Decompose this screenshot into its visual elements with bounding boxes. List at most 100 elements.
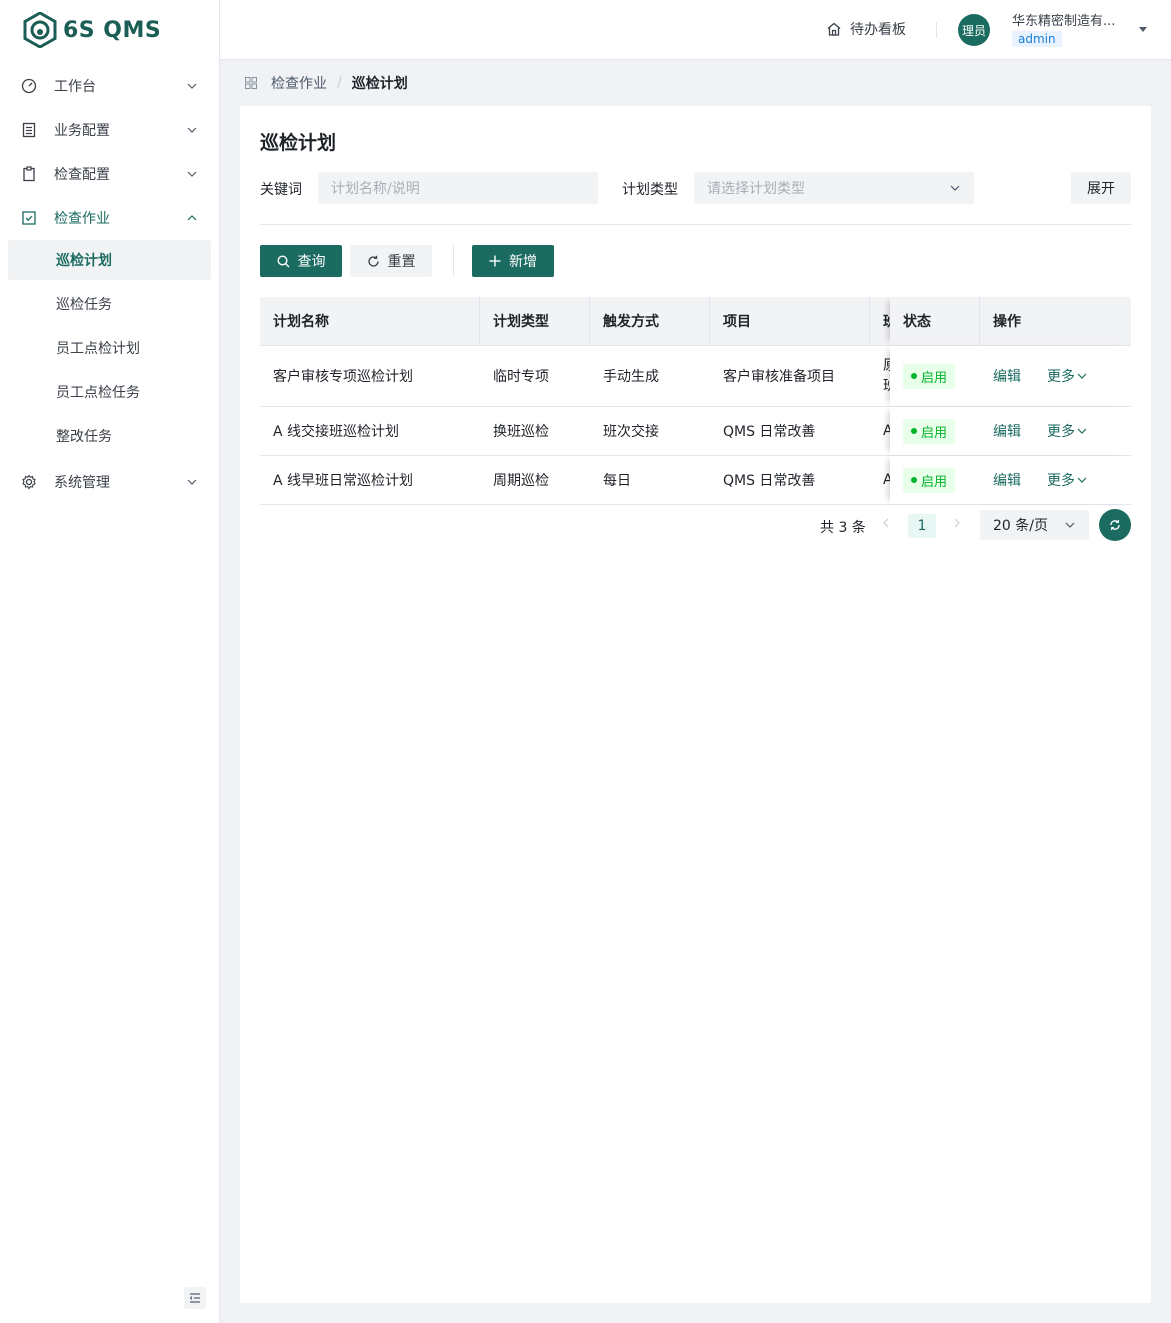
more-label: 更多 <box>1047 473 1075 489</box>
chevron-down-icon <box>1065 522 1075 528</box>
shift-cell: A <box>883 472 891 488</box>
logo-icon <box>23 12 57 48</box>
dashboard-icon <box>20 77 38 95</box>
company-name[interactable]: 华东精密制造有... <box>1012 10 1124 29</box>
role-badge: admin <box>1012 31 1062 47</box>
column-header[interactable]: 状态 <box>890 297 980 345</box>
breadcrumb-separator: / <box>337 75 342 91</box>
sidebar-item-inspection-config[interactable]: 检查配置 <box>0 152 219 196</box>
fixed-columns: 启用 编辑 更多 <box>890 346 1131 406</box>
page-size-select[interactable]: 20 条/页 <box>980 510 1089 540</box>
column-header[interactable]: 班 <box>870 297 891 345</box>
breadcrumb-parent[interactable]: 检查作业 <box>271 73 327 93</box>
logo-text: 6S QMS <box>63 17 162 43</box>
status-cell: 启用 <box>890 456 980 504</box>
page-title: 巡检计划 <box>260 132 337 154</box>
sidebar-item-inspection-work[interactable]: 检查作业 <box>0 196 219 240</box>
edit-link[interactable]: 编辑 <box>993 366 1021 386</box>
todo-board-link[interactable]: 待办看板 <box>826 19 906 39</box>
fixed-columns: 启用 编辑 更多 <box>890 456 1131 504</box>
table-row[interactable]: 客户审核专项巡检计划 临时专项 手动生成 客户审核准备项目 原 班 启用 编辑 … <box>260 346 1131 407</box>
edit-link[interactable]: 编辑 <box>993 421 1021 441</box>
logo[interactable]: 6S QMS <box>0 0 219 60</box>
chevron-down-icon <box>1077 477 1087 483</box>
avatar[interactable]: 理员 <box>958 14 990 46</box>
sidebar-subitem-patrol-task[interactable]: 巡检任务 <box>8 284 211 324</box>
keyword-label: 关键词 <box>260 182 302 198</box>
column-header[interactable]: 计划类型 <box>480 297 590 345</box>
sidebar-item-system[interactable]: 系统管理 <box>0 460 219 504</box>
chevron-down-icon <box>187 83 197 89</box>
keyword-input[interactable]: 计划名称/说明 <box>318 172 598 204</box>
sidebar-subitem-rectify-task[interactable]: 整改任务 <box>8 416 211 456</box>
sidebar-item-business-config[interactable]: 业务配置 <box>0 108 219 152</box>
checkbox-icon <box>20 209 38 227</box>
column-header[interactable]: 触发方式 <box>590 297 710 345</box>
table-row[interactable]: A 线早班日常巡检计划 周期巡检 每日 QMS 日常改善 A 启用 编辑 更多 <box>260 456 1131 505</box>
refresh-icon <box>367 255 379 267</box>
todo-board-label: 待办看板 <box>850 22 906 38</box>
fixed-columns: 启用 编辑 更多 <box>890 407 1131 455</box>
trigger-cell: 班次交接 <box>603 424 659 440</box>
plan-type-cell: 周期巡检 <box>493 473 549 489</box>
project-cell: QMS 日常改善 <box>723 473 816 489</box>
fixed-columns-header: 状态 操作 <box>890 297 1131 345</box>
query-button[interactable]: 查询 <box>260 245 342 277</box>
plan-name-cell: A 线交接班巡检计划 <box>273 424 400 440</box>
sidebar-subitem-patrol-plan[interactable]: 巡检计划 <box>8 240 211 280</box>
shift-cell: A <box>883 423 891 439</box>
sidebar-item-workbench[interactable]: 工作台 <box>0 64 219 108</box>
collapse-icon <box>189 1293 200 1303</box>
chevron-down-icon <box>187 479 197 485</box>
expand-filters-button[interactable]: 展开 <box>1071 172 1131 204</box>
edit-link[interactable]: 编辑 <box>993 470 1021 490</box>
collapse-sidebar-button[interactable] <box>184 1287 206 1309</box>
status-cell: 启用 <box>890 407 980 455</box>
sidebar: 6S QMS 工作台 业务配置 检查配置 检查作业 巡检计划 巡检任务 员工点检… <box>0 0 220 1323</box>
caret-down-icon[interactable] <box>1138 26 1148 34</box>
more-dropdown[interactable]: 更多 <box>1047 470 1087 490</box>
status-badge: 启用 <box>903 418 956 444</box>
sidebar-menu: 工作台 业务配置 检查配置 检查作业 巡检计划 巡检任务 员工点检计划 员工点检… <box>0 60 219 504</box>
status-badge: 启用 <box>903 467 956 493</box>
plan-type-select[interactable]: 请选择计划类型 <box>694 172 974 204</box>
reset-button[interactable]: 重置 <box>350 245 432 277</box>
sidebar-item-label: 业务配置 <box>54 123 110 139</box>
column-header[interactable]: 操作 <box>980 297 1131 345</box>
chevron-down-icon <box>1077 428 1087 434</box>
sidebar-subitem-staff-check-task[interactable]: 员工点检任务 <box>8 372 211 412</box>
chevron-right-icon <box>954 518 960 528</box>
actions-cell: 编辑 更多 <box>980 456 1131 504</box>
column-header[interactable]: 项目 <box>710 297 870 345</box>
table-row[interactable]: A 线交接班巡检计划 换班巡检 班次交接 QMS 日常改善 A 启用 编辑 更多 <box>260 407 1131 456</box>
plan-type-cell: 换班巡检 <box>493 424 549 440</box>
chevron-up-icon <box>187 215 197 221</box>
status-dot <box>911 477 917 483</box>
list-icon <box>20 121 38 139</box>
chevron-down-icon <box>1077 373 1087 379</box>
page-number-button[interactable]: 1 <box>908 514 936 538</box>
page-size-value: 20 条/页 <box>993 518 1048 534</box>
plus-icon <box>489 255 501 267</box>
more-dropdown[interactable]: 更多 <box>1047 366 1087 386</box>
pagination-total: 共 3 条 <box>820 520 866 536</box>
header-divider <box>936 22 937 38</box>
home-icon <box>827 22 841 36</box>
add-button-label: 新增 <box>509 254 537 270</box>
prev-page-button[interactable] <box>882 517 890 533</box>
refresh-icon <box>1110 519 1120 531</box>
plan-type-placeholder: 请选择计划类型 <box>707 181 805 197</box>
button-divider <box>453 245 454 277</box>
actions-cell: 编辑 更多 <box>980 346 1131 406</box>
sidebar-subitem-staff-check-plan[interactable]: 员工点检计划 <box>8 328 211 368</box>
plan-name-cell: 客户审核专项巡检计划 <box>273 369 413 385</box>
add-button[interactable]: 新增 <box>472 245 554 277</box>
status-cell: 启用 <box>890 346 980 406</box>
refresh-button[interactable] <box>1099 509 1131 541</box>
more-dropdown[interactable]: 更多 <box>1047 421 1087 441</box>
trigger-cell: 手动生成 <box>603 369 659 385</box>
pagination: 共 3 条 1 20 条/页 <box>240 509 1131 542</box>
next-page-button[interactable] <box>953 517 961 533</box>
column-header[interactable]: 计划名称 <box>260 297 480 345</box>
filter-divider <box>260 224 1131 225</box>
